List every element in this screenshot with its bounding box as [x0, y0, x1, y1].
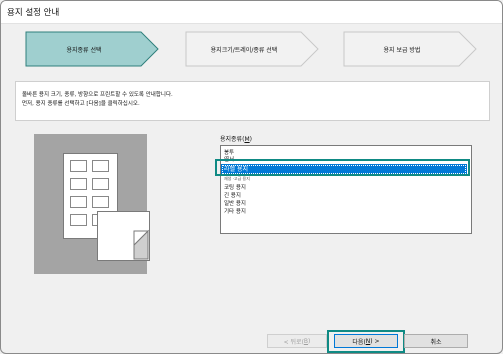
selection-highlight-frame [215, 159, 470, 176]
next-button-highlight-frame [327, 330, 405, 353]
label-cell [92, 160, 109, 172]
label-cell [70, 214, 87, 226]
paper-type-label-text: 용지종류 [220, 136, 243, 143]
label-cell [92, 196, 109, 208]
instruction-line-2: 먼저, 용지 종류를 선택하고 [다음]을 클릭하십시오. [22, 101, 140, 107]
label-cell [70, 160, 87, 172]
label-cell [70, 178, 87, 190]
back-button-label: < 뒤로( [283, 338, 304, 346]
peel-corner-icon [133, 229, 149, 260]
instructions-panel: 올바른 용지 크기, 종류, 방향으로 프린트할 수 있도록 안내합니다. 먼저… [15, 81, 490, 121]
step-label: 용지 보급 방법 [383, 47, 421, 54]
list-item[interactable]: 일반 용지 [224, 199, 246, 207]
step-paper-type: 용지종류 선택 [25, 31, 159, 67]
back-button[interactable]: < 뒤로(B) [267, 334, 327, 348]
wizard-steps: 용지종류 선택 용지크기/트레이/종류 선택 용지 보급 방법 [25, 31, 485, 67]
peeled-label-image [97, 211, 150, 261]
paper-type-hotkey: M [244, 136, 250, 143]
list-item[interactable]: 기타 용지 [224, 207, 246, 215]
window-title: 용지 설정 안내 [7, 8, 60, 18]
paper-type-label: 용지종류(M) [220, 136, 252, 143]
instruction-line-1: 올바른 용지 크기, 종류, 방향으로 프린트할 수 있도록 안내합니다. [22, 92, 173, 98]
step-feed-method: 용지 보급 방법 [343, 31, 477, 67]
step-label: 용지종류 선택 [66, 47, 102, 54]
back-button-end: ) [308, 337, 311, 345]
title-bar: 용지 설정 안내 [1, 1, 502, 24]
dialog-window: 용지 설정 안내 용지종류 선택 용지크기/트레이/종류 선택 용지 보급 방법… [0, 0, 503, 354]
label-cell [92, 178, 109, 190]
step-label: 용지크기/트레이/종류 선택 [210, 47, 278, 54]
list-item[interactable]: 재생 ·고급 용지 [224, 176, 250, 182]
list-item[interactable]: 코팅 용지 [224, 183, 246, 191]
label-cell [70, 196, 87, 208]
list-item[interactable]: 긴 용지 [224, 191, 241, 199]
cancel-button[interactable]: 취소 [404, 334, 468, 348]
step-size-tray: 용지크기/트레이/종류 선택 [185, 31, 319, 67]
